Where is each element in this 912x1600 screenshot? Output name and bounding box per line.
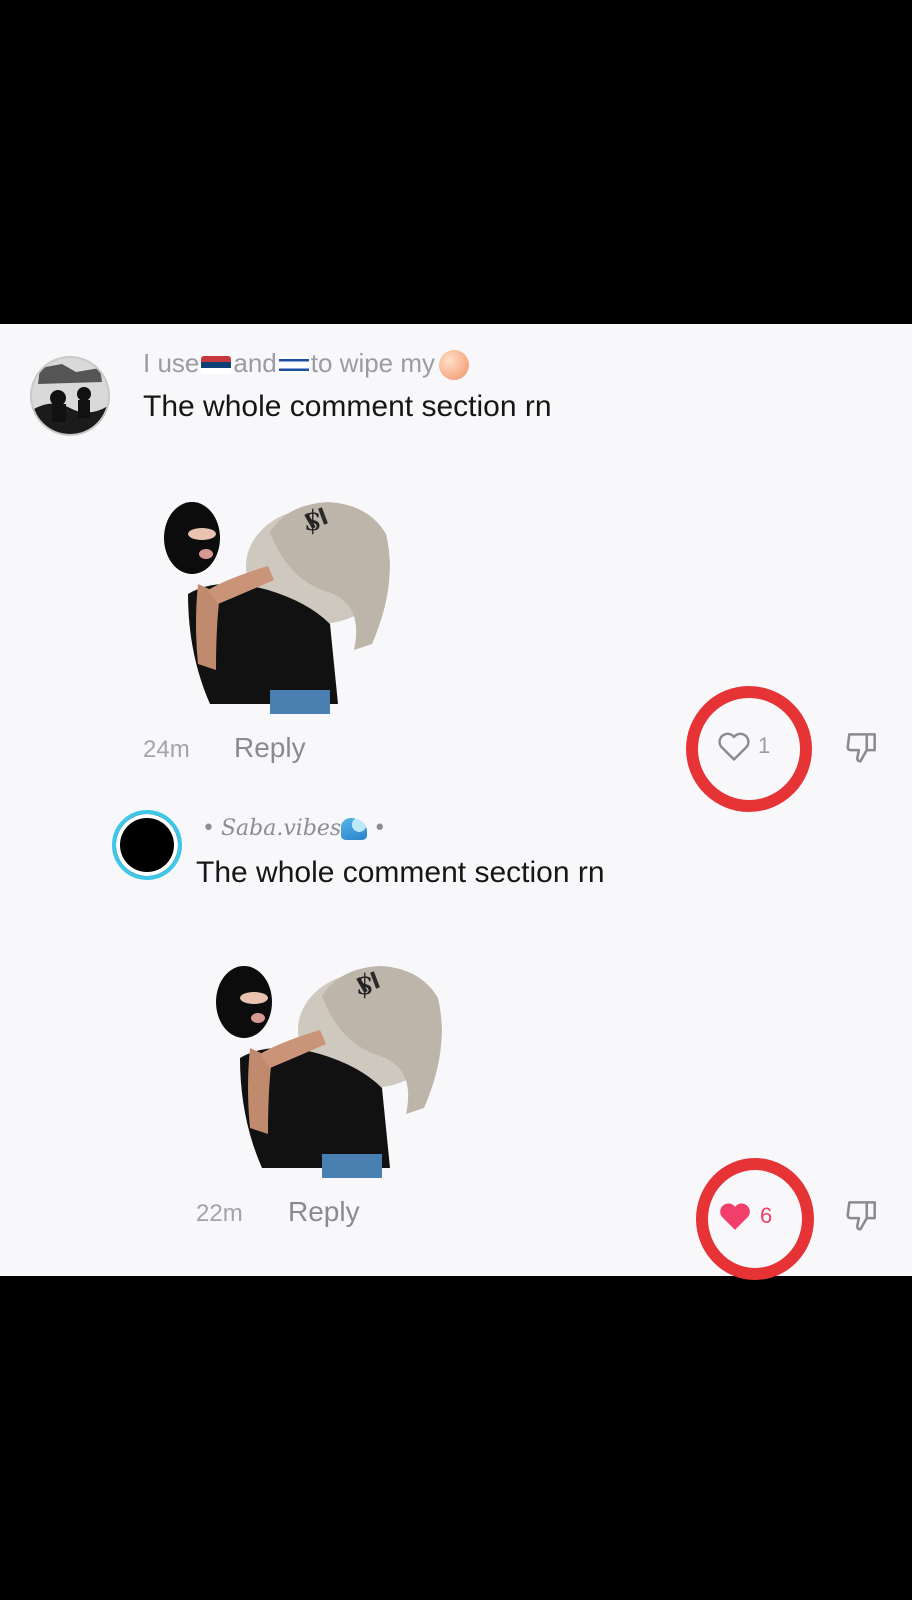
user-avatar[interactable] xyxy=(30,356,110,436)
avatar-image xyxy=(32,358,108,434)
reply-button[interactable]: Reply xyxy=(234,732,306,764)
reply-username[interactable]: • Saba.vibes • xyxy=(196,816,392,841)
comment-text: The whole comment section rn xyxy=(143,390,552,423)
reply-text: The whole comment section rn xyxy=(196,856,605,889)
bullet-icon: • xyxy=(202,816,215,841)
highlight-circle xyxy=(686,686,812,812)
dislike-button[interactable] xyxy=(842,728,882,771)
israel-flag-icon xyxy=(278,356,309,375)
bullet-icon: • xyxy=(373,816,387,841)
svg-text:$: $ xyxy=(356,968,374,1001)
reply-username-text: Saba.vibes xyxy=(220,816,342,841)
dislike-icon xyxy=(846,733,876,763)
peach-icon xyxy=(439,350,470,381)
comment-panel: I use and to wipe my The whole comment sec… xyxy=(0,324,912,1280)
robber-sticker: $ xyxy=(216,966,442,1178)
svg-text:$: $ xyxy=(304,504,322,537)
wave-icon xyxy=(341,818,368,840)
reply-avatar[interactable] xyxy=(112,810,182,880)
robber-sticker: $ xyxy=(164,502,390,714)
reply-time: 22m xyxy=(196,1200,243,1227)
serbia-flag-icon xyxy=(201,356,232,375)
username-text-3: to wipe my xyxy=(310,348,436,378)
comment-time: 24m xyxy=(143,736,190,763)
reply-button[interactable]: Reply xyxy=(288,1196,360,1228)
dislike-icon xyxy=(846,1201,876,1231)
dislike-button[interactable] xyxy=(842,1196,882,1239)
username-text-1: I use xyxy=(143,348,200,378)
highlight-circle xyxy=(696,1158,814,1280)
comment-username[interactable]: I use and to wipe my xyxy=(143,348,470,381)
username-text-2: and xyxy=(233,348,277,378)
